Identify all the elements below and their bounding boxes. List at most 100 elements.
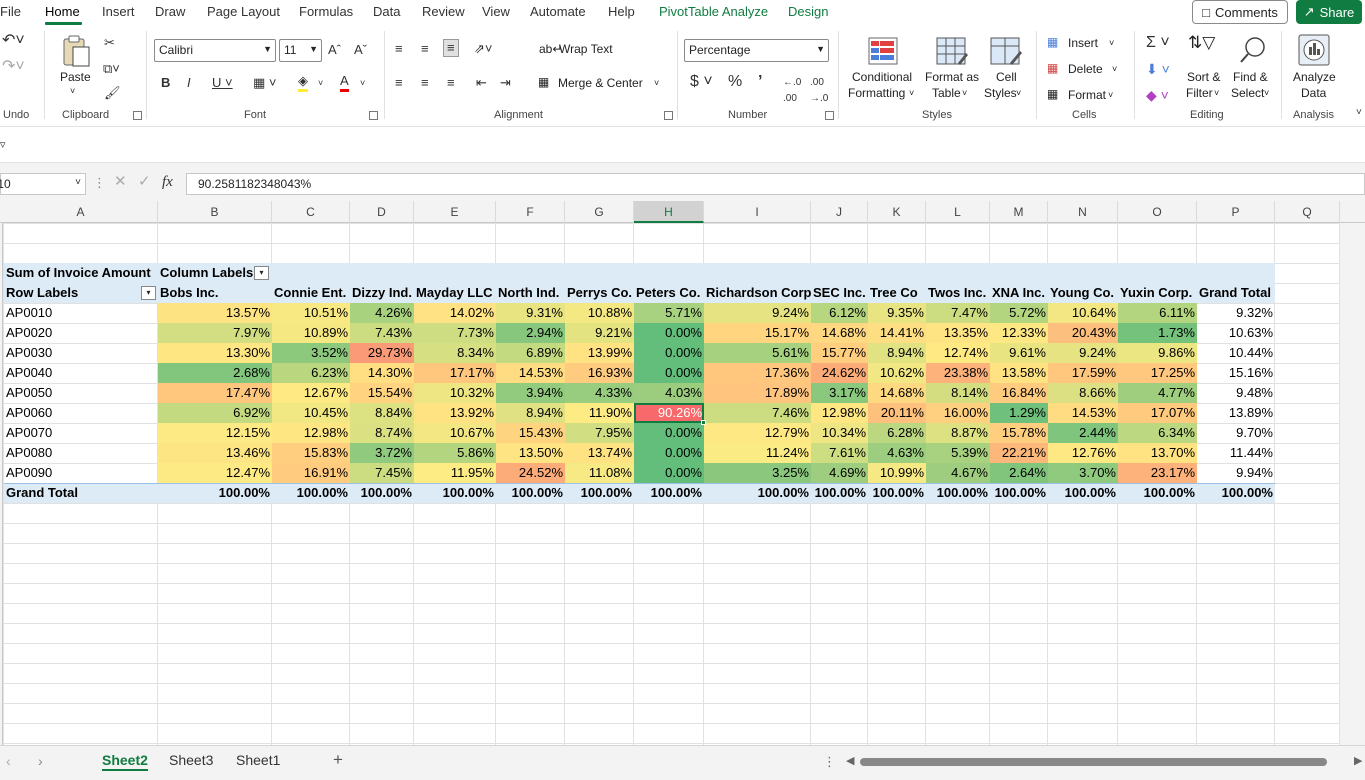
pivot-value-cell[interactable]: 10.51%	[272, 303, 350, 323]
row-label[interactable]: AP0010	[4, 303, 158, 323]
pivot-value-cell[interactable]: 6.89%	[496, 343, 565, 363]
underline-icon[interactable]: U ˅	[212, 75, 233, 91]
format-cells-button[interactable]: ▦ Format ˅	[1047, 87, 1127, 105]
column-header-j[interactable]: J	[811, 201, 868, 223]
pivot-value-cell[interactable]: 12.47%	[158, 463, 272, 483]
pivot-value-cell[interactable]: 9.21%	[565, 323, 634, 343]
pivot-column-header[interactable]: Grand Total	[1197, 283, 1275, 303]
pivot-value-cell[interactable]: 5.86%	[414, 443, 496, 463]
number-format-select[interactable]: Percentage ▼	[684, 39, 829, 62]
font-name-select[interactable]: Calibri ▼	[154, 39, 276, 62]
pivot-value-cell[interactable]: 0.00%	[634, 443, 704, 463]
pivot-value-cell[interactable]: 1.73%	[1118, 323, 1197, 343]
row-label[interactable]: AP0080	[4, 443, 158, 463]
pivot-value-cell[interactable]: 16.91%	[272, 463, 350, 483]
pivot-value-cell[interactable]: 4.26%	[350, 303, 414, 323]
pivot-value-cell[interactable]: 17.25%	[1118, 363, 1197, 383]
cell-styles-button[interactable]: Cell Styles ˅	[984, 33, 1030, 105]
alignment-launcher-icon[interactable]	[664, 111, 673, 120]
sheet-tab-sheet3[interactable]: Sheet3	[169, 752, 213, 768]
pivot-value-cell[interactable]: 17.89%	[704, 383, 811, 403]
pivot-value-cell[interactable]: 7.61%	[811, 443, 868, 463]
pivot-value-cell[interactable]: 4.63%	[868, 443, 926, 463]
pivot-value-cell[interactable]: 13.35%	[926, 323, 990, 343]
pivot-value-cell[interactable]: 12.67%	[272, 383, 350, 403]
row-label[interactable]: AP0030	[4, 343, 158, 363]
align-top-icon[interactable]: ≡	[395, 41, 403, 57]
grand-total-label[interactable]: Grand Total	[4, 483, 158, 503]
pivot-value-cell[interactable]: 29.73%	[350, 343, 414, 363]
fill-icon[interactable]: ⬇ ˅	[1146, 61, 1170, 77]
pivot-value-cell[interactable]: 0.00%	[634, 323, 704, 343]
pivot-value-cell[interactable]: 14.02%	[414, 303, 496, 323]
share-button[interactable]: ↗ Share	[1296, 0, 1362, 24]
pivot-value-cell[interactable]: 9.86%	[1118, 343, 1197, 363]
name-box[interactable]: I10 ˅	[0, 173, 86, 195]
grand-total-cell[interactable]: 100.00%	[634, 483, 704, 503]
bold-icon[interactable]: B	[161, 75, 170, 91]
grand-total-cell[interactable]: 100.00%	[811, 483, 868, 503]
pivot-value-cell[interactable]: 10.99%	[868, 463, 926, 483]
pivot-value-cell[interactable]: 6.34%	[1118, 423, 1197, 443]
row-label[interactable]: AP0090	[4, 463, 158, 483]
pivot-value-cell[interactable]: 8.34%	[414, 343, 496, 363]
pivot-value-cell[interactable]: 10.88%	[565, 303, 634, 323]
pivot-value-cell[interactable]: 3.72%	[350, 443, 414, 463]
pivot-column-header[interactable]: Connie Ent.	[272, 283, 350, 303]
pivot-value-cell[interactable]: 4.67%	[926, 463, 990, 483]
align-center-icon[interactable]: ≡	[421, 75, 429, 91]
pivot-value-cell[interactable]: 2.68%	[158, 363, 272, 383]
find-select-button[interactable]: Find & Select ˅	[1228, 33, 1274, 105]
tab-data[interactable]: Data	[373, 4, 400, 19]
tab-view[interactable]: View	[482, 4, 510, 19]
pivot-value-cell[interactable]: 0.00%	[634, 363, 704, 383]
pivot-value-cell[interactable]: 10.45%	[272, 403, 350, 423]
pivot-value-cell[interactable]: 12.76%	[1048, 443, 1118, 463]
pivot-value-cell[interactable]: 17.07%	[1118, 403, 1197, 423]
insert-function-icon[interactable]: fx	[162, 174, 173, 190]
sort-filter-button[interactable]: ⇅▽ Sort & Filter ˅	[1182, 33, 1226, 105]
pivot-value-cell[interactable]: 9.94%	[1197, 463, 1275, 483]
align-middle-icon[interactable]: ≡	[421, 41, 429, 57]
grand-total-cell[interactable]: 100.00%	[350, 483, 414, 503]
comments-button[interactable]: □ Comments	[1192, 0, 1288, 24]
pivot-value-cell[interactable]: 10.34%	[811, 423, 868, 443]
pivot-column-header[interactable]: Dizzy Ind.	[350, 283, 414, 303]
pivot-value-cell[interactable]: 0.00%	[634, 343, 704, 363]
pivot-value-cell[interactable]: 6.11%	[1118, 303, 1197, 323]
pivot-value-cell[interactable]: 4.69%	[811, 463, 868, 483]
orientation-icon[interactable]: ⇗˅	[474, 41, 492, 57]
conditional-formatting-button[interactable]: Conditional Formatting ˅	[848, 33, 920, 105]
tab-home[interactable]: Home	[45, 4, 80, 19]
decrease-font-size-icon[interactable]: Aˇ	[354, 42, 367, 58]
pivot-value-cell[interactable]: 11.08%	[565, 463, 634, 483]
analyze-data-button[interactable]: Analyze Data	[1288, 33, 1338, 105]
pivot-value-cell[interactable]: 11.90%	[565, 403, 634, 423]
chevron-left-icon[interactable]: ‹	[6, 753, 11, 769]
scroll-left-icon[interactable]: ◀	[846, 753, 854, 769]
pivot-value-cell[interactable]: 14.53%	[1048, 403, 1118, 423]
tab-pivottable-analyze[interactable]: PivotTable Analyze	[659, 4, 768, 19]
row-label[interactable]: AP0070	[4, 423, 158, 443]
pivot-value-cell[interactable]: 7.97%	[158, 323, 272, 343]
pivot-value-cell[interactable]: 13.92%	[414, 403, 496, 423]
pivot-value-cell[interactable]: 14.68%	[811, 323, 868, 343]
pivot-value-cell[interactable]: 6.23%	[272, 363, 350, 383]
horizontal-scrollbar-thumb[interactable]	[860, 758, 1327, 766]
pivot-value-cell[interactable]: 13.89%	[1197, 403, 1275, 423]
pivot-column-header[interactable]: SEC Inc.	[811, 283, 868, 303]
grand-total-cell[interactable]: 100.00%	[1048, 483, 1118, 503]
tab-draw[interactable]: Draw	[155, 4, 185, 19]
column-header-q[interactable]: Q	[1275, 201, 1340, 223]
pivot-value-cell[interactable]: 4.33%	[565, 383, 634, 403]
pivot-value-cell[interactable]: 23.38%	[926, 363, 990, 383]
pivot-value-cell[interactable]: 3.17%	[811, 383, 868, 403]
pivot-value-cell[interactable]: 12.74%	[926, 343, 990, 363]
collapse-ribbon-icon[interactable]: ˅	[1356, 105, 1362, 121]
pivot-value-cell[interactable]: 6.28%	[868, 423, 926, 443]
pivot-value-cell[interactable]: 9.24%	[1048, 343, 1118, 363]
pivot-value-cell[interactable]: 5.72%	[990, 303, 1048, 323]
delete-cells-button[interactable]: ▦ Delete ˅	[1047, 61, 1127, 79]
align-bottom-icon[interactable]: ≡	[443, 39, 459, 57]
pivot-column-header[interactable]: Tree Co	[868, 283, 926, 303]
